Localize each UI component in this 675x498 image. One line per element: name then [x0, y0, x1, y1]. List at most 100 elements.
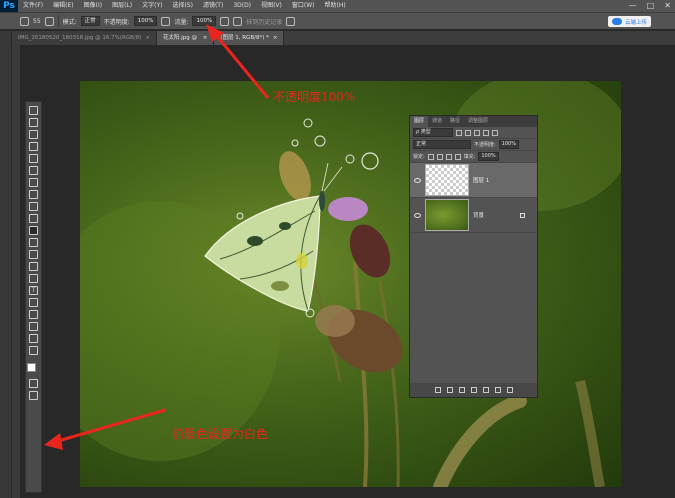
lock-all-icon[interactable] — [454, 153, 461, 160]
new-layer-icon[interactable] — [494, 387, 501, 393]
tab-close-icon[interactable]: × — [273, 35, 278, 41]
foreground-color-swatch[interactable] — [27, 363, 36, 372]
shape-tool-icon[interactable] — [29, 310, 38, 319]
fill-input[interactable]: 100% — [478, 152, 499, 161]
erase-history-checkbox[interactable] — [233, 16, 243, 26]
tab-adjustments[interactable]: 调整图层 — [464, 116, 492, 127]
pressure-size-icon[interactable] — [286, 16, 296, 26]
layer-filter-row: ρ 类型 — [410, 127, 537, 139]
lasso-tool-icon[interactable] — [29, 130, 38, 139]
layers-panel-tabs: 图层 通道 路径 调整图层 — [410, 116, 537, 127]
dodge-tool-icon[interactable] — [29, 262, 38, 271]
brush-tool-icon[interactable] — [29, 190, 38, 199]
tab-close-icon[interactable]: × — [145, 35, 150, 41]
close-button[interactable]: ✕ — [664, 0, 671, 12]
eraser-tool-icon[interactable] — [29, 226, 38, 235]
add-mask-icon[interactable] — [458, 387, 465, 393]
path-selection-tool-icon[interactable] — [29, 298, 38, 307]
magic-wand-tool-icon[interactable] — [29, 142, 38, 151]
lock-position-icon[interactable] — [445, 153, 452, 160]
brush-panel-icon[interactable] — [44, 16, 54, 26]
opacity-annotation: 不透明度100% — [273, 90, 356, 104]
type-filter-icon[interactable] — [474, 129, 480, 136]
menu-select[interactable]: 选择(S) — [167, 0, 198, 12]
panel-collapse-rail — [0, 31, 12, 498]
minimize-button[interactable]: — — [629, 0, 637, 12]
menu-type[interactable]: 文字(Y) — [137, 0, 167, 12]
shape-filter-icon[interactable] — [483, 129, 489, 136]
mode-select[interactable]: 正常 — [80, 16, 100, 26]
gradient-tool-icon[interactable] — [29, 238, 38, 247]
menu-layer[interactable]: 图层(L) — [107, 0, 137, 12]
airbrush-icon[interactable] — [220, 16, 230, 26]
document-canvas[interactable] — [80, 81, 621, 487]
layer-item-layer1[interactable]: 图层 1 — [410, 163, 537, 198]
document-tab-active[interactable]: 花太阳.jpg @ × — [156, 31, 215, 45]
lock-transparent-icon[interactable] — [427, 153, 434, 160]
flow-input[interactable]: 100% — [192, 16, 217, 26]
menu-edit[interactable]: 编辑(E) — [48, 0, 78, 12]
new-group-icon[interactable] — [482, 387, 489, 393]
separator — [57, 15, 59, 27]
eyedropper-tool-icon[interactable] — [29, 166, 38, 175]
marquee-tool-icon[interactable] — [29, 118, 38, 127]
opacity-label: 不透明度: — [103, 18, 130, 26]
blur-tool-icon[interactable] — [29, 250, 38, 259]
tab-label: (图层 1, RGB/8*) * — [220, 35, 269, 41]
smart-object-filter-icon[interactable] — [492, 129, 498, 136]
move-tool-icon[interactable] — [29, 106, 38, 115]
adjustment-layer-icon[interactable] — [470, 387, 477, 393]
cloud-upload-button[interactable]: 云端上传 — [607, 16, 651, 27]
clone-stamp-tool-icon[interactable] — [29, 202, 38, 211]
menu-view[interactable]: 视图(V) — [256, 0, 287, 12]
pen-tool-icon[interactable] — [29, 274, 38, 283]
trash-icon[interactable] — [506, 387, 513, 393]
type-tool-icon[interactable]: T — [29, 286, 38, 295]
layer-item-background[interactable]: 背景 — [410, 198, 537, 233]
zoom-tool-icon[interactable] — [29, 334, 38, 343]
menu-file[interactable]: 文件(F) — [18, 0, 48, 12]
menu-filter[interactable]: 滤镜(T) — [198, 0, 228, 12]
tab-layers[interactable]: 图层 — [410, 116, 429, 127]
eraser-preset-icon[interactable] — [20, 16, 29, 26]
adjustment-filter-icon[interactable] — [465, 129, 471, 136]
menu-window[interactable]: 窗口(W) — [287, 0, 320, 12]
flow-label: 流量: — [174, 18, 189, 26]
brush-size[interactable]: 55 — [33, 18, 41, 25]
healing-tool-icon[interactable] — [29, 178, 38, 187]
menu-3d[interactable]: 3D(D) — [228, 0, 256, 12]
tab-label: IMG_20180520_180318.jpg @ 16.7%(RGB/8) — [18, 35, 142, 41]
layer-opacity-input[interactable]: 100% — [498, 140, 519, 149]
tab-close-icon[interactable]: × — [203, 35, 208, 41]
crop-tool-icon[interactable] — [29, 154, 38, 163]
quick-mask-icon[interactable] — [29, 379, 38, 388]
opacity-input[interactable]: 100% — [133, 16, 158, 26]
lock-image-icon[interactable] — [436, 153, 443, 160]
layer-kind-filter[interactable]: ρ 类型 — [413, 128, 453, 137]
layer-opacity-label: 不透明度: — [474, 142, 496, 148]
tab-channels[interactable]: 通道 — [428, 116, 446, 127]
menu-image[interactable]: 图像(I) — [79, 0, 107, 12]
tab-paths[interactable]: 路径 — [446, 116, 464, 127]
toolbox: T — [25, 101, 42, 493]
layer-style-icon[interactable] — [446, 387, 453, 393]
menu-bar: Ps 文件(F) 编辑(E) 图像(I) 图层(L) 文字(Y) 选择(S) 滤… — [0, 0, 675, 12]
hand-tool-icon[interactable] — [29, 322, 38, 331]
visibility-eye-icon[interactable] — [414, 177, 421, 183]
layer-thumbnail — [425, 199, 469, 231]
pressure-opacity-icon[interactable] — [161, 16, 171, 26]
edit-toolbar-icon[interactable] — [29, 346, 38, 355]
visibility-eye-icon[interactable] — [414, 212, 421, 218]
pixel-filter-icon[interactable] — [456, 129, 462, 136]
history-brush-tool-icon[interactable] — [29, 214, 38, 223]
document-tab-layer[interactable]: (图层 1, RGB/8*) * × — [214, 31, 285, 45]
menu-help[interactable]: 帮助(H) — [320, 0, 351, 12]
layers-panel: 图层 通道 路径 调整图层 ρ 类型 正常 不透明度: 100% 锁定: 填充:… — [409, 115, 538, 398]
options-bar: 55 模式: 正常 不透明度: 100% 流量: 100% 抹到历史记录 云端上… — [0, 12, 675, 30]
screen-mode-icon[interactable] — [29, 391, 38, 400]
maximize-button[interactable]: □ — [647, 0, 655, 12]
color-swatches — [26, 362, 41, 376]
document-tab[interactable]: IMG_20180520_180318.jpg @ 16.7%(RGB/8) × — [12, 31, 157, 45]
blend-mode-select[interactable]: 正常 — [413, 140, 471, 149]
link-layers-icon[interactable] — [434, 387, 441, 393]
